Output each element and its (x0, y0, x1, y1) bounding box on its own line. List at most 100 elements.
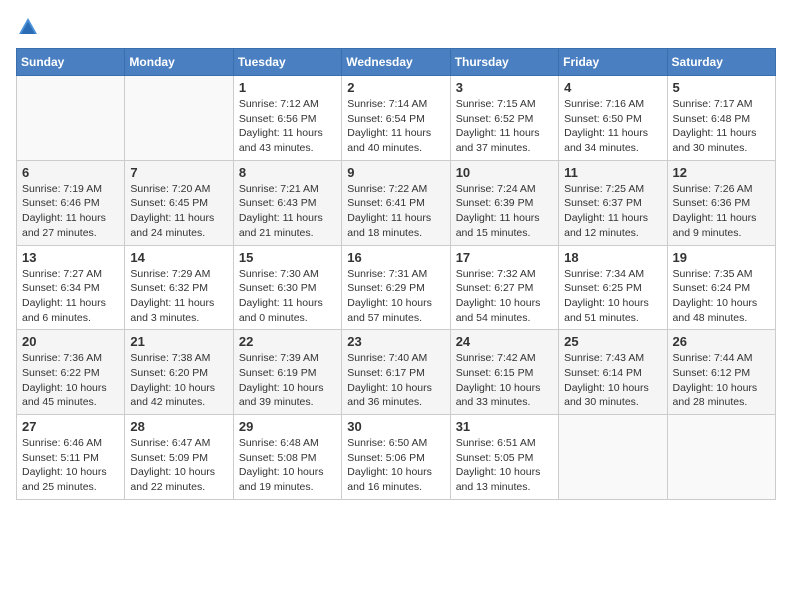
day-info: Sunrise: 7:12 AM Sunset: 6:56 PM Dayligh… (239, 97, 336, 156)
calendar-cell: 13 Sunrise: 7:27 AM Sunset: 6:34 PM Dayli… (17, 245, 125, 330)
day-info: Sunrise: 7:19 AM Sunset: 6:46 PM Dayligh… (22, 182, 119, 241)
day-number: 14 (130, 250, 227, 265)
calendar-cell: 9 Sunrise: 7:22 AM Sunset: 6:41 PM Daylig… (342, 160, 450, 245)
day-number: 5 (673, 80, 770, 95)
day-number: 13 (22, 250, 119, 265)
logo-icon (17, 16, 39, 38)
day-info: Sunrise: 6:47 AM Sunset: 5:09 PM Dayligh… (130, 436, 227, 495)
day-number: 1 (239, 80, 336, 95)
day-info: Sunrise: 7:39 AM Sunset: 6:19 PM Dayligh… (239, 351, 336, 410)
day-number: 26 (673, 334, 770, 349)
day-number: 21 (130, 334, 227, 349)
day-number: 19 (673, 250, 770, 265)
day-number: 28 (130, 419, 227, 434)
day-info: Sunrise: 7:42 AM Sunset: 6:15 PM Dayligh… (456, 351, 553, 410)
day-number: 10 (456, 165, 553, 180)
calendar-cell: 20 Sunrise: 7:36 AM Sunset: 6:22 PM Dayli… (17, 330, 125, 415)
day-info: Sunrise: 7:15 AM Sunset: 6:52 PM Dayligh… (456, 97, 553, 156)
calendar-cell: 26 Sunrise: 7:44 AM Sunset: 6:12 PM Dayli… (667, 330, 775, 415)
day-info: Sunrise: 7:44 AM Sunset: 6:12 PM Dayligh… (673, 351, 770, 410)
calendar-cell: 6Sunrise: 7:19 AM Sunset: 6:46 PM Daylig… (17, 160, 125, 245)
day-number: 11 (564, 165, 661, 180)
calendar-cell: 19 Sunrise: 7:35 AM Sunset: 6:24 PM Dayli… (667, 245, 775, 330)
day-info: Sunrise: 6:46 AM Sunset: 5:11 PM Dayligh… (22, 436, 119, 495)
day-number: 3 (456, 80, 553, 95)
calendar-cell: 27 Sunrise: 6:46 AM Sunset: 5:11 PM Dayli… (17, 415, 125, 500)
calendar-cell: 28 Sunrise: 6:47 AM Sunset: 5:09 PM Dayli… (125, 415, 233, 500)
day-number: 23 (347, 334, 444, 349)
day-number: 25 (564, 334, 661, 349)
day-number: 15 (239, 250, 336, 265)
calendar-col-header: Thursday (450, 49, 558, 76)
calendar-cell: 1 Sunrise: 7:12 AM Sunset: 6:56 PM Daylig… (233, 76, 341, 161)
calendar-cell: 2Sunrise: 7:14 AM Sunset: 6:54 PM Daylig… (342, 76, 450, 161)
day-info: Sunrise: 7:38 AM Sunset: 6:20 PM Dayligh… (130, 351, 227, 410)
day-number: 24 (456, 334, 553, 349)
day-info: Sunrise: 7:43 AM Sunset: 6:14 PM Dayligh… (564, 351, 661, 410)
calendar-cell: 7Sunrise: 7:20 AM Sunset: 6:45 PM Daylig… (125, 160, 233, 245)
logo (16, 16, 40, 38)
day-number: 8 (239, 165, 336, 180)
calendar-cell (125, 76, 233, 161)
day-info: Sunrise: 7:32 AM Sunset: 6:27 PM Dayligh… (456, 267, 553, 326)
calendar-week-row: 6Sunrise: 7:19 AM Sunset: 6:46 PM Daylig… (17, 160, 776, 245)
day-info: Sunrise: 6:50 AM Sunset: 5:06 PM Dayligh… (347, 436, 444, 495)
calendar-cell: 16 Sunrise: 7:31 AM Sunset: 6:29 PM Dayli… (342, 245, 450, 330)
day-number: 4 (564, 80, 661, 95)
calendar-cell: 15Sunrise: 7:30 AM Sunset: 6:30 PM Dayli… (233, 245, 341, 330)
day-number: 20 (22, 334, 119, 349)
day-info: Sunrise: 7:29 AM Sunset: 6:32 PM Dayligh… (130, 267, 227, 326)
day-info: Sunrise: 7:34 AM Sunset: 6:25 PM Dayligh… (564, 267, 661, 326)
calendar-cell (667, 415, 775, 500)
calendar-table: SundayMondayTuesdayWednesdayThursdayFrid… (16, 48, 776, 500)
day-number: 30 (347, 419, 444, 434)
day-info: Sunrise: 7:21 AM Sunset: 6:43 PM Dayligh… (239, 182, 336, 241)
calendar-col-header: Friday (559, 49, 667, 76)
calendar-cell: 29 Sunrise: 6:48 AM Sunset: 5:08 PM Dayli… (233, 415, 341, 500)
calendar-week-row: 13 Sunrise: 7:27 AM Sunset: 6:34 PM Dayli… (17, 245, 776, 330)
calendar-cell: 22Sunrise: 7:39 AM Sunset: 6:19 PM Dayli… (233, 330, 341, 415)
day-number: 9 (347, 165, 444, 180)
day-number: 27 (22, 419, 119, 434)
day-number: 31 (456, 419, 553, 434)
calendar-cell: 3 Sunrise: 7:15 AM Sunset: 6:52 PM Daylig… (450, 76, 558, 161)
day-info: Sunrise: 7:22 AM Sunset: 6:41 PM Dayligh… (347, 182, 444, 241)
day-number: 16 (347, 250, 444, 265)
calendar-cell: 10 Sunrise: 7:24 AM Sunset: 6:39 PM Dayli… (450, 160, 558, 245)
day-info: Sunrise: 7:16 AM Sunset: 6:50 PM Dayligh… (564, 97, 661, 156)
day-number: 29 (239, 419, 336, 434)
calendar-col-header: Wednesday (342, 49, 450, 76)
calendar-cell (17, 76, 125, 161)
day-info: Sunrise: 7:14 AM Sunset: 6:54 PM Dayligh… (347, 97, 444, 156)
day-number: 12 (673, 165, 770, 180)
calendar-cell: 17 Sunrise: 7:32 AM Sunset: 6:27 PM Dayli… (450, 245, 558, 330)
page-header (16, 16, 776, 38)
day-info: Sunrise: 7:20 AM Sunset: 6:45 PM Dayligh… (130, 182, 227, 241)
calendar-col-header: Sunday (17, 49, 125, 76)
calendar-cell: 21 Sunrise: 7:38 AM Sunset: 6:20 PM Dayli… (125, 330, 233, 415)
day-info: Sunrise: 6:48 AM Sunset: 5:08 PM Dayligh… (239, 436, 336, 495)
calendar-week-row: 1 Sunrise: 7:12 AM Sunset: 6:56 PM Daylig… (17, 76, 776, 161)
day-info: Sunrise: 7:35 AM Sunset: 6:24 PM Dayligh… (673, 267, 770, 326)
calendar-week-row: 27 Sunrise: 6:46 AM Sunset: 5:11 PM Dayli… (17, 415, 776, 500)
calendar-cell: 8 Sunrise: 7:21 AM Sunset: 6:43 PM Daylig… (233, 160, 341, 245)
day-info: Sunrise: 7:36 AM Sunset: 6:22 PM Dayligh… (22, 351, 119, 410)
calendar-col-header: Tuesday (233, 49, 341, 76)
calendar-cell (559, 415, 667, 500)
day-number: 17 (456, 250, 553, 265)
day-number: 18 (564, 250, 661, 265)
day-info: Sunrise: 7:24 AM Sunset: 6:39 PM Dayligh… (456, 182, 553, 241)
calendar-header-row: SundayMondayTuesdayWednesdayThursdayFrid… (17, 49, 776, 76)
calendar-cell: 11Sunrise: 7:25 AM Sunset: 6:37 PM Dayli… (559, 160, 667, 245)
day-info: Sunrise: 6:51 AM Sunset: 5:05 PM Dayligh… (456, 436, 553, 495)
day-info: Sunrise: 7:27 AM Sunset: 6:34 PM Dayligh… (22, 267, 119, 326)
day-info: Sunrise: 7:40 AM Sunset: 6:17 PM Dayligh… (347, 351, 444, 410)
day-info: Sunrise: 7:17 AM Sunset: 6:48 PM Dayligh… (673, 97, 770, 156)
calendar-cell: 23 Sunrise: 7:40 AM Sunset: 6:17 PM Dayli… (342, 330, 450, 415)
day-info: Sunrise: 7:31 AM Sunset: 6:29 PM Dayligh… (347, 267, 444, 326)
calendar-cell: 4 Sunrise: 7:16 AM Sunset: 6:50 PM Daylig… (559, 76, 667, 161)
calendar-col-header: Monday (125, 49, 233, 76)
calendar-cell: 24 Sunrise: 7:42 AM Sunset: 6:15 PM Dayli… (450, 330, 558, 415)
day-info: Sunrise: 7:26 AM Sunset: 6:36 PM Dayligh… (673, 182, 770, 241)
calendar-week-row: 20 Sunrise: 7:36 AM Sunset: 6:22 PM Dayli… (17, 330, 776, 415)
